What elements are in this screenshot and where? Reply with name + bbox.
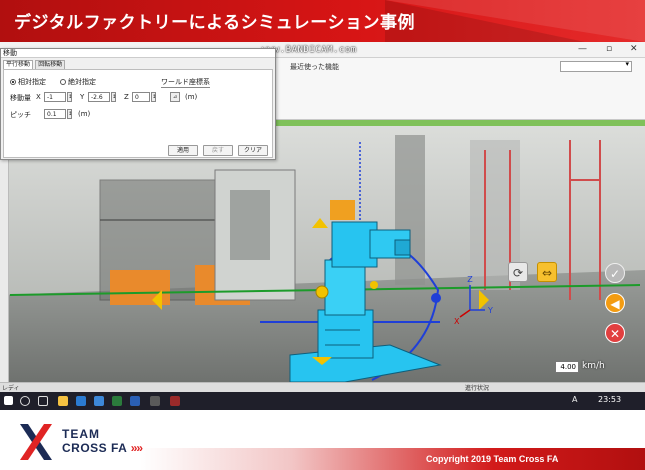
copyright-text: Copyright 2019 Team Cross FA xyxy=(426,454,559,464)
ceiling-strip xyxy=(270,120,645,126)
radio-relative-label: 相対指定 xyxy=(18,78,46,86)
chevron-down-icon: ▾ xyxy=(625,60,629,68)
search-icon[interactable] xyxy=(20,396,30,406)
confirm-button[interactable]: ✓ xyxy=(605,263,625,283)
speed-input[interactable]: 4.00 xyxy=(555,361,579,373)
x-spinner[interactable]: ↕ xyxy=(67,92,72,102)
tab-rotate[interactable]: 回転移動 xyxy=(35,60,66,69)
translate-panel: 相対指定 絶対指定 ワールド座標系 移動量 X -1 ↕ Y -2.6 ↕ Z … xyxy=(3,69,273,158)
pitch-spinner[interactable]: ↕ xyxy=(67,109,72,119)
tab-translate[interactable]: 平行移動 xyxy=(3,60,34,69)
y-spinner[interactable]: ↕ xyxy=(111,92,116,102)
gizmo-center-handle[interactable] xyxy=(315,285,329,299)
status-bar: レディ 進行状況 xyxy=(0,382,645,392)
y-input[interactable]: -2.6 xyxy=(88,92,110,102)
maximize-button[interactable]: ▫ xyxy=(606,44,612,54)
slide-footer: TEAM CROSS FA »» Copyright 2019 Team Cro… xyxy=(0,410,645,470)
excel-icon[interactable] xyxy=(112,396,122,406)
check-icon: ✓ xyxy=(609,267,621,281)
move-amount-label: 移動量 xyxy=(10,94,31,102)
footer-band xyxy=(140,448,645,470)
mail-icon[interactable] xyxy=(94,396,104,406)
x-label: X xyxy=(36,93,41,101)
minimize-button[interactable]: — xyxy=(578,44,587,54)
bandicam-watermark: www.BANDICAM.com xyxy=(262,45,357,55)
status-ready: レディ xyxy=(2,385,20,392)
triad-z-label: Z xyxy=(467,275,473,284)
close-button[interactable]: ✕ xyxy=(630,44,638,54)
rotate-icon: ⟳ xyxy=(512,266,524,280)
back-arrow-icon: ◀ xyxy=(610,297,620,311)
logo-chevrons: »» xyxy=(130,441,143,455)
ime-indicator[interactable]: A xyxy=(572,395,577,404)
recent-functions-label: 最近使った機能 xyxy=(290,63,339,71)
pitch-unit-label: (m) xyxy=(78,110,91,118)
clock[interactable]: 23:53 xyxy=(598,395,621,404)
cnc-door xyxy=(230,190,270,260)
move-mode-button[interactable]: ⇔ xyxy=(537,262,557,282)
pitch-label: ピッチ xyxy=(10,111,31,119)
slide-title: デジタルファクトリーによるシミュレーション事例 xyxy=(14,13,415,33)
word-icon[interactable] xyxy=(130,396,140,406)
rotate-mode-button[interactable]: ⟳ xyxy=(508,262,528,282)
edge-icon[interactable] xyxy=(76,396,86,406)
pillar xyxy=(395,135,425,285)
undo-button[interactable]: 戻す xyxy=(203,145,233,156)
windows-taskbar: A 23:53 xyxy=(0,392,645,410)
x-input[interactable]: -1 xyxy=(44,92,66,102)
recent-functions-dropdown[interactable]: ▾ xyxy=(560,60,632,72)
title-banner: デジタルファクトリーによるシミュレーション事例 xyxy=(0,0,645,42)
z-spinner[interactable]: ↕ xyxy=(151,92,156,102)
radio-selected-icon xyxy=(10,79,16,85)
app-icon[interactable] xyxy=(150,396,160,406)
clear-button[interactable]: クリア xyxy=(238,145,268,156)
move-icon: ⇔ xyxy=(541,266,553,280)
status-progress: 進行状況 xyxy=(465,385,490,392)
gizmo-blue-handle[interactable] xyxy=(431,293,441,303)
radio-relative[interactable]: 相対指定 xyxy=(10,77,46,87)
logo-text-cross-fa: CROSS FA xyxy=(62,441,127,455)
z-label: Z xyxy=(124,93,129,101)
radio-unselected-icon xyxy=(60,79,66,85)
apply-button[interactable]: 適用 xyxy=(168,145,198,156)
logo-text-line1: TEAM xyxy=(62,427,100,441)
triad-x-label: X xyxy=(454,317,460,326)
radio-absolute-label: 絶対指定 xyxy=(68,78,96,86)
y-label: Y xyxy=(80,93,85,101)
pitch-input[interactable]: 0.1 xyxy=(44,109,66,119)
z-input[interactable]: 0 xyxy=(132,92,150,102)
cancel-button[interactable]: ✕ xyxy=(605,323,625,343)
coord-system-label: ワールド座標系 xyxy=(161,78,210,88)
robot-background-orange xyxy=(330,200,355,220)
move-dialog: 移動 平行移動 回転移動 相対指定 絶対指定 ワールド座標系 移動量 X -1 … xyxy=(0,48,276,160)
gizmo-yellow-handle[interactable] xyxy=(370,281,378,289)
team-cross-logo-icon xyxy=(20,424,52,460)
triad-y-label: Y xyxy=(487,306,493,315)
windows-start-icon[interactable] xyxy=(4,396,13,405)
task-view-icon[interactable] xyxy=(38,396,48,406)
dialog-tabs: 平行移動 回転移動 xyxy=(3,60,66,69)
radio-absolute[interactable]: 絶対指定 xyxy=(60,77,96,87)
unit-label: (m) xyxy=(185,93,198,101)
close-icon: ✕ xyxy=(609,327,621,341)
app-icon[interactable] xyxy=(170,396,180,406)
slide: デジタルファクトリーによるシミュレーション事例 www.BANDICAM.com… xyxy=(0,0,645,470)
speed-unit: km/h xyxy=(582,361,605,371)
pick-coordinate-button[interactable]: ⊿ xyxy=(170,92,180,102)
logo-text-line2: CROSS FA »» xyxy=(62,441,143,455)
file-explorer-icon[interactable] xyxy=(58,396,68,406)
dialog-title: 移動 xyxy=(1,49,275,58)
banner-decoration xyxy=(385,0,585,42)
back-button[interactable]: ◀ xyxy=(605,293,625,313)
